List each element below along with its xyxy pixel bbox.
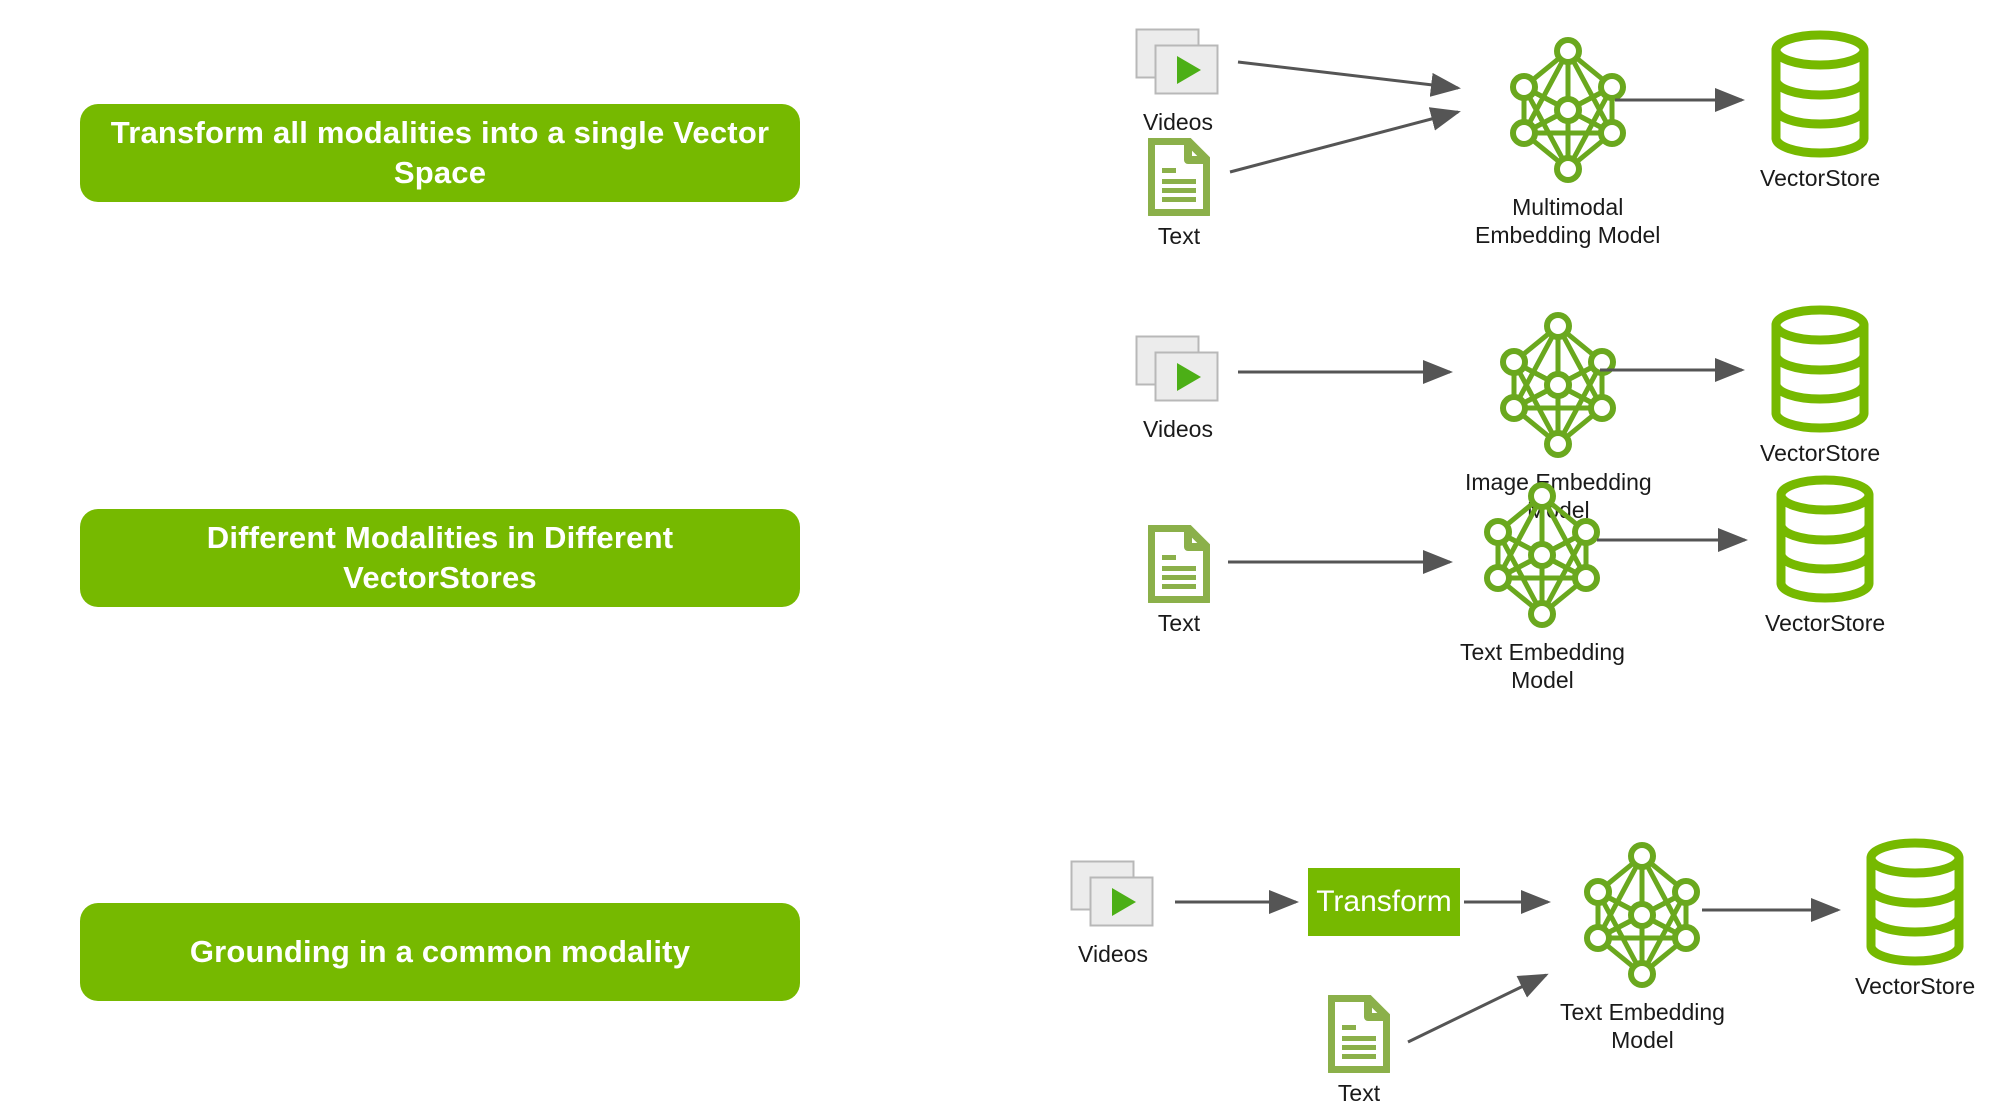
text-document-icon bbox=[1148, 525, 1210, 603]
vectorstore-cylinder-icon bbox=[1768, 305, 1872, 433]
node-label-vectorstore: VectorStore bbox=[1760, 440, 1881, 466]
banner-transform-single-vector-space: Transform all modalities into a single V… bbox=[80, 104, 800, 202]
diagram-row-separate-stores: Videos Image Embedding Model VectorStore… bbox=[1030, 310, 1999, 900]
node-videos-row1: Videos bbox=[1135, 28, 1221, 136]
banner-grounding-common-modality: Grounding in a common modality bbox=[80, 903, 800, 1001]
arrow-right-icon bbox=[1407, 973, 1549, 1044]
node-label-videos: Videos bbox=[1078, 941, 1148, 967]
video-stack-icon bbox=[1135, 28, 1221, 102]
vectorstore-cylinder-icon bbox=[1773, 475, 1877, 603]
node-vectorstore-row3: VectorStore bbox=[1855, 838, 1975, 1000]
banner-different-modalities-different-vectorstores: Different Modalities in Different Vector… bbox=[80, 509, 800, 607]
node-text-embedding-model-row3: Text Embedding Model bbox=[1560, 840, 1725, 1054]
neural-network-icon bbox=[1482, 480, 1602, 630]
node-vectorstore-row1: VectorStore bbox=[1760, 30, 1880, 192]
neural-network-icon bbox=[1498, 310, 1618, 460]
node-text-row1: Text bbox=[1148, 138, 1210, 250]
arrow-right-icon bbox=[1229, 107, 1461, 174]
node-label-vectorstore: VectorStore bbox=[1765, 610, 1886, 636]
neural-network-icon bbox=[1582, 840, 1702, 990]
arrow-right-icon bbox=[1237, 60, 1461, 97]
diagram-row-multimodal: Videos Text Multimodal Embedding Model V… bbox=[1030, 10, 1999, 280]
diagram-row-grounding: Videos Transform Text Text Embedding Mod… bbox=[1030, 820, 1999, 1105]
node-label-text: Text bbox=[1157, 223, 1201, 249]
node-videos-row2: Videos bbox=[1135, 335, 1221, 443]
node-text-embedding-model-row2: Text Embedding Model bbox=[1460, 480, 1625, 694]
vectorstore-cylinder-icon bbox=[1768, 30, 1872, 158]
text-document-icon bbox=[1148, 138, 1210, 216]
slide-canvas: Transform all modalities into a single V… bbox=[0, 0, 1999, 1105]
node-label-text: Text bbox=[1157, 610, 1201, 636]
node-label-text-model: Text Embedding Model bbox=[1460, 639, 1625, 694]
video-stack-icon bbox=[1135, 335, 1221, 409]
neural-network-icon bbox=[1508, 35, 1628, 185]
node-label-videos: Videos bbox=[1143, 416, 1213, 442]
vectorstore-cylinder-icon bbox=[1863, 838, 1967, 966]
node-multimodal-embedding-model: Multimodal Embedding Model bbox=[1475, 35, 1660, 249]
node-videos-row3: Videos bbox=[1070, 860, 1156, 968]
node-text-row2: Text bbox=[1148, 525, 1210, 637]
transform-button[interactable]: Transform bbox=[1308, 868, 1460, 936]
node-label-vectorstore: VectorStore bbox=[1760, 165, 1881, 191]
node-label-videos: Videos bbox=[1143, 109, 1213, 135]
node-vectorstore-row2b: VectorStore bbox=[1765, 475, 1885, 637]
node-vectorstore-row2a: VectorStore bbox=[1760, 305, 1880, 467]
node-label-multimodal-model: Multimodal Embedding Model bbox=[1475, 194, 1661, 249]
node-label-text: Text bbox=[1337, 1080, 1381, 1105]
arrows-row3 bbox=[1175, 890, 1841, 1044]
text-document-icon bbox=[1328, 995, 1390, 1073]
node-label-vectorstore: VectorStore bbox=[1855, 973, 1976, 999]
video-stack-icon bbox=[1070, 860, 1156, 934]
node-text-row3: Text bbox=[1328, 995, 1390, 1105]
node-label-text-model: Text Embedding Model bbox=[1560, 999, 1725, 1054]
